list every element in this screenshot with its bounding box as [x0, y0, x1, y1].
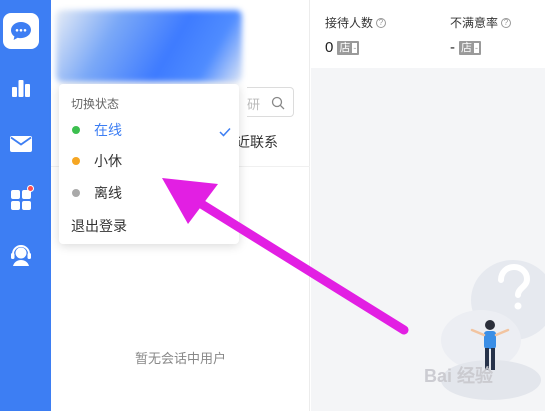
help-icon[interactable]: ?	[376, 17, 387, 28]
status-offline-dot	[72, 189, 80, 197]
tab-recent-contacts[interactable]: 近联系	[236, 132, 278, 152]
notification-badge	[27, 185, 34, 192]
headset-service-icon	[9, 245, 33, 267]
apps-grid-icon	[10, 189, 32, 211]
search-input-text: 研	[247, 97, 261, 112]
nav-chat-button[interactable]	[3, 13, 39, 49]
status-break-dot	[72, 157, 80, 165]
status-option-label: 离线	[94, 185, 122, 201]
status-option-online[interactable]: 在线	[59, 116, 239, 144]
shop-tag: 店-	[337, 40, 360, 55]
nav-mail-button[interactable]	[3, 126, 39, 162]
right-panel: 接待人数? 0店- 不满意率? -店-	[311, 0, 545, 411]
shop-tag: 店-	[459, 40, 481, 55]
status-dropdown: 切换状态 在线 小休 离线 退出登录	[59, 84, 239, 244]
stat-reception-label: 接待人数	[325, 16, 374, 30]
left-nav-rail	[0, 0, 51, 411]
search-input[interactable]: 研	[247, 87, 294, 117]
status-option-break[interactable]: 小休	[59, 147, 239, 175]
status-option-label: 小休	[94, 153, 122, 169]
status-online-dot	[72, 126, 80, 134]
help-icon[interactable]: ?	[501, 17, 512, 28]
chat-bubble-icon	[10, 21, 32, 41]
watermark: Bai 经验	[424, 366, 494, 386]
stat-dissatisfaction-label: 不满意率	[450, 16, 499, 30]
status-option-offline[interactable]: 离线	[59, 179, 239, 207]
stat-dissatisfaction-value: -	[450, 39, 455, 56]
stat-reception-value: 0	[325, 39, 334, 56]
nav-service-button[interactable]	[3, 238, 39, 274]
bar-chart-icon	[10, 78, 32, 98]
stat-reception: 接待人数? 0店-	[325, 14, 387, 56]
stat-dissatisfaction: 不满意率? -店-	[450, 14, 512, 56]
mail-icon	[9, 135, 33, 153]
nav-stats-button[interactable]	[3, 70, 39, 106]
stats-bar: 接待人数? 0店- 不满意率? -店-	[311, 0, 545, 68]
status-dropdown-title: 切换状态	[71, 97, 120, 111]
logout-button[interactable]: 退出登录	[71, 216, 127, 236]
status-option-label: 在线	[94, 122, 122, 138]
check-icon	[219, 124, 231, 140]
empty-conversation-text: 暂无会话中用户	[134, 351, 226, 366]
nav-apps-button[interactable]	[3, 182, 39, 218]
account-header-blurred	[56, 10, 242, 82]
